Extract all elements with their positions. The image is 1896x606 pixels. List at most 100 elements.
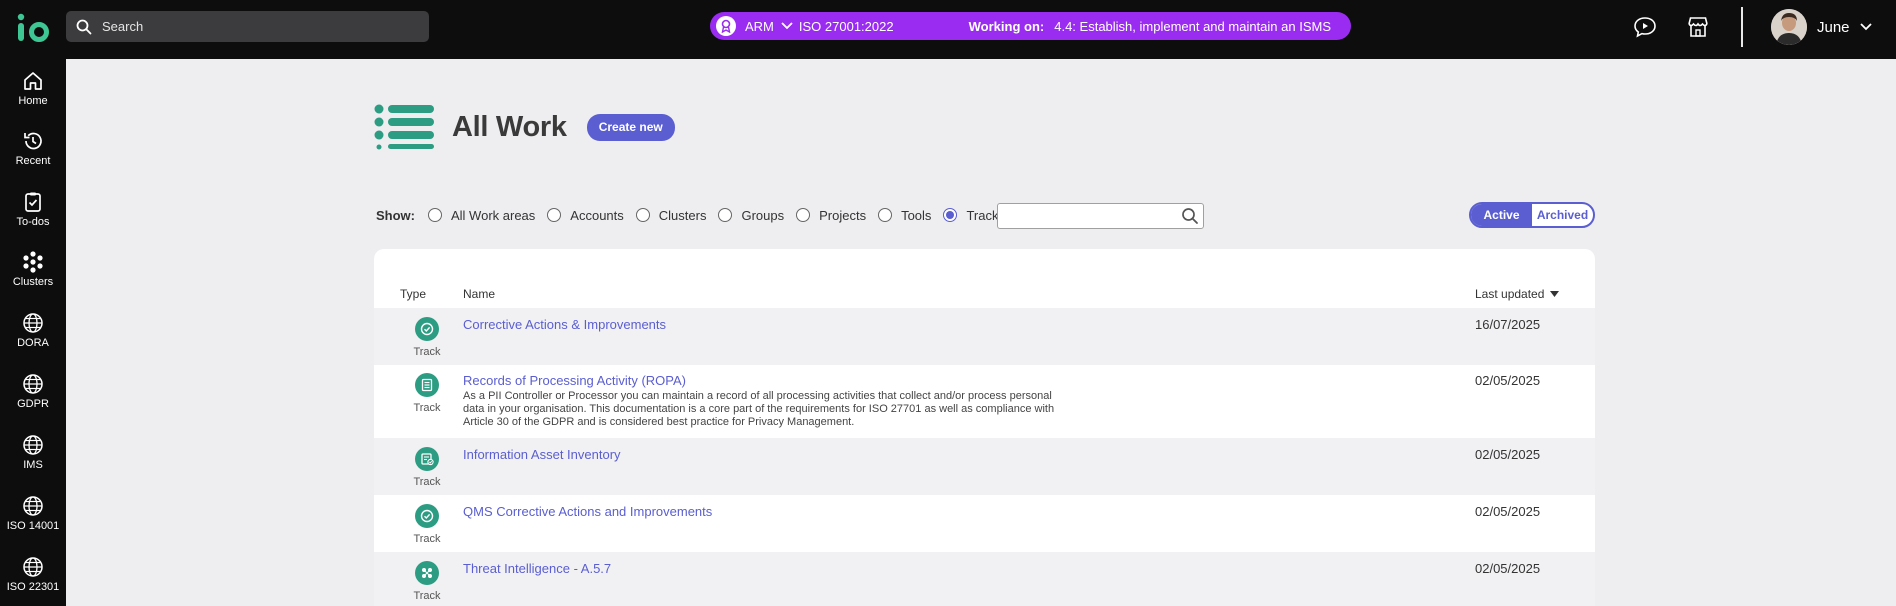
sidebar-item-gdpr[interactable]: GDPR <box>0 373 66 429</box>
type-cell: Track <box>402 447 452 488</box>
sidebar-item-iso-14001[interactable]: ISO 14001 <box>0 495 66 551</box>
table-row[interactable]: Track Threat Intelligence - A.5.7 02/05/… <box>374 552 1595 606</box>
clipboard-check-icon <box>25 192 41 212</box>
sidebar-item-home[interactable]: Home <box>0 70 66 126</box>
filter-groups[interactable]: Groups <box>718 208 784 223</box>
filter-option-label: Accounts <box>570 207 624 223</box>
sidebar-item-label: Recent <box>15 155 51 167</box>
sidebar-item-label: To-dos <box>16 216 50 228</box>
filter-clusters[interactable]: Clusters <box>635 208 706 223</box>
radio-button[interactable] <box>635 208 650 222</box>
working-on-task[interactable]: 4.4: Establish, implement and maintain a… <box>1054 19 1331 34</box>
show-filter: Show: All Work areas Accounts Clusters G… <box>376 203 1017 227</box>
list-icon <box>374 104 434 150</box>
type-label: Track <box>413 402 441 414</box>
sidebar-item-label: Clusters <box>12 276 54 288</box>
active-toggle[interactable]: Active <box>1471 204 1532 226</box>
globe-icon <box>23 557 43 577</box>
sidebar-item-todos[interactable]: To-dos <box>0 191 66 247</box>
row-last-updated: 16/07/2025 <box>1475 317 1541 332</box>
table-row[interactable]: Track QMS Corrective Actions and Improve… <box>374 495 1595 552</box>
row-name-link[interactable]: Information Asset Inventory <box>463 447 621 462</box>
row-name-link[interactable]: Threat Intelligence - A.5.7 <box>463 561 611 576</box>
row-name-link[interactable]: Records of Processing Activity (ROPA) <box>463 373 686 388</box>
filter-option-label: All Work areas <box>451 207 536 223</box>
work-table: Type Name Last updated Track Corrective … <box>374 249 1595 606</box>
filter-search-box[interactable] <box>997 203 1204 229</box>
filter-tracks[interactable]: Tracks <box>943 208 1005 223</box>
check-circle-icon <box>415 317 439 341</box>
global-search[interactable] <box>66 11 429 42</box>
document-list-icon <box>415 373 439 397</box>
filter-accounts[interactable]: Accounts <box>547 207 624 223</box>
radio-button[interactable] <box>796 208 811 222</box>
type-cell: Track <box>402 317 452 358</box>
column-header-last-updated[interactable]: Last updated <box>1475 287 1560 301</box>
table-row[interactable]: Track Records of Processing Activity (RO… <box>374 365 1595 438</box>
sidebar-item-label: IMS <box>23 459 43 471</box>
search-icon[interactable] <box>1181 207 1199 225</box>
radio-button[interactable] <box>878 208 893 222</box>
sidebar-item-recent[interactable]: Recent <box>0 130 66 186</box>
globe-icon <box>23 435 43 455</box>
type-label: Track <box>413 590 441 602</box>
radio-button[interactable] <box>547 208 562 222</box>
context-selector[interactable]: ARM ISO 27001:2022 Working on: 4.4: Esta… <box>710 12 1351 40</box>
video-help-icon[interactable] <box>1632 14 1658 40</box>
radio-button-selected[interactable] <box>943 208 958 222</box>
row-name-link[interactable]: Corrective Actions & Improvements <box>463 317 666 332</box>
sort-descending-icon <box>1550 291 1560 297</box>
type-cell: Track <box>402 504 452 545</box>
threat-network-icon <box>415 561 439 585</box>
column-header-label: Last updated <box>1475 287 1545 301</box>
type-label: Track <box>413 346 441 358</box>
row-name-link[interactable]: QMS Corrective Actions and Improvements <box>463 504 712 519</box>
filter-search-input[interactable] <box>998 204 1178 228</box>
filter-projects[interactable]: Projects <box>796 208 866 223</box>
globe-icon <box>23 496 43 516</box>
sidebar-item-clusters[interactable]: Clusters <box>0 251 66 307</box>
sidebar-item-label: GDPR <box>17 398 49 410</box>
row-description-line: data in your organisation. This document… <box>463 403 1055 415</box>
radio-button[interactable] <box>718 208 733 222</box>
store-icon[interactable] <box>1685 14 1711 40</box>
global-search-input[interactable] <box>102 19 402 34</box>
row-description-line: Article 30 of the GDPR and is considered… <box>463 416 855 428</box>
user-menu[interactable]: June <box>1771 9 1872 45</box>
type-label: Track <box>413 533 441 545</box>
org-badge-icon <box>716 16 736 36</box>
sidebar-item-ims[interactable]: IMS <box>0 434 66 490</box>
user-name: June <box>1817 18 1850 36</box>
chevron-down-icon <box>1859 23 1872 31</box>
globe-icon <box>23 374 43 394</box>
row-description-line: As a PII Controller or Processor you can… <box>463 390 1052 402</box>
org-name: ARM <box>745 18 774 34</box>
page-title: All Work <box>452 110 567 143</box>
create-new-button[interactable]: Create new <box>586 113 675 141</box>
history-icon <box>24 132 42 150</box>
table-row[interactable]: Track Corrective Actions & Improvements … <box>374 308 1595 365</box>
working-on-label: Working on: <box>968 18 1045 34</box>
top-divider <box>1741 7 1743 47</box>
radio-button[interactable] <box>428 208 442 222</box>
table-row[interactable]: Track Information Asset Inventory 02/05/… <box>374 438 1595 495</box>
row-last-updated: 02/05/2025 <box>1475 447 1541 462</box>
sidebar-item-iso-22301[interactable]: ISO 22301 <box>0 556 66 606</box>
sidebar-item-label: ISO 22301 <box>6 581 60 593</box>
row-last-updated: 02/05/2025 <box>1475 373 1541 388</box>
io-logo[interactable] <box>16 13 50 43</box>
sidebar-item-dora[interactable]: DORA <box>0 312 66 368</box>
archived-toggle[interactable]: Archived <box>1532 204 1593 226</box>
filter-option-label: Groups <box>741 207 785 223</box>
column-header-type: Type <box>400 287 427 301</box>
type-label: Track <box>413 476 441 488</box>
filter-all-work-areas[interactable]: All Work areas <box>428 208 535 223</box>
type-cell: Track <box>402 373 452 414</box>
sidebar: Home Recent To-dos Clusters DORA GDPR IM… <box>0 59 66 606</box>
top-bar: ARM ISO 27001:2022 Working on: 4.4: Esta… <box>0 0 1896 59</box>
filter-tools[interactable]: Tools <box>878 208 931 223</box>
sidebar-item-label: Home <box>18 95 48 107</box>
column-header-name: Name <box>463 287 496 301</box>
chevron-down-icon[interactable] <box>781 22 793 30</box>
type-cell: Track <box>402 561 452 602</box>
